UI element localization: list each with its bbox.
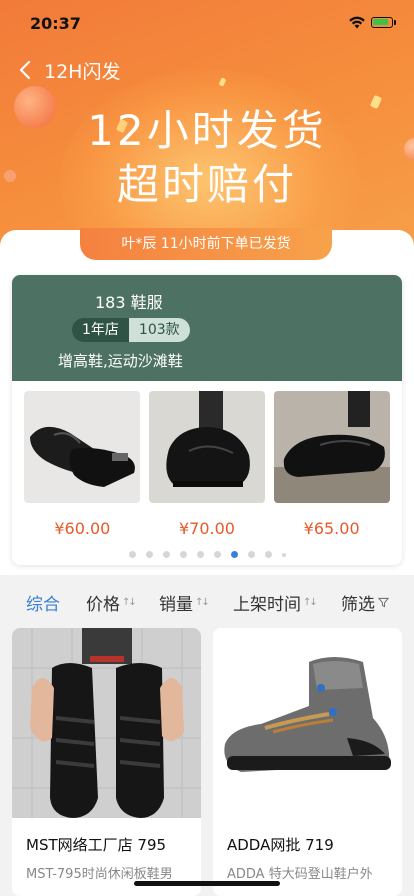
- store-product[interactable]: ¥65.00: [273, 391, 390, 538]
- filter-comprehensive[interactable]: 综合: [26, 590, 60, 615]
- store-tags: 1年店 103款: [72, 318, 190, 342]
- headline-line-1: 12小时发货: [87, 106, 327, 155]
- status-bar: 20:37: [0, 0, 414, 46]
- filter-label: 销量: [159, 594, 193, 615]
- home-indicator: [134, 881, 280, 886]
- filter-bar: 综合 价格 ↑↓ 销量 ↑↓ 上架时间 ↑↓ 筛选: [0, 580, 414, 624]
- product-image: [24, 391, 141, 503]
- carousel-indicator: [12, 551, 402, 558]
- store-product[interactable]: ¥70.00: [148, 391, 265, 538]
- item-store-name: ADDA网批 719: [227, 836, 334, 854]
- back-chevron-icon[interactable]: [14, 58, 38, 82]
- headline-line-2: 超时赔付: [116, 160, 297, 209]
- filter-listing-time[interactable]: 上架时间 ↑↓: [233, 590, 318, 615]
- carousel-dot: [162, 551, 170, 558]
- sort-arrows-icon: ↑↓: [303, 596, 318, 608]
- carousel-dot: [213, 551, 221, 558]
- product-image: [148, 391, 265, 503]
- filter-label: 价格: [86, 594, 120, 615]
- sort-arrows-icon: ↑↓: [122, 596, 137, 608]
- store-count-badge: 103款: [128, 318, 190, 342]
- product-image: [273, 391, 390, 503]
- product-image: [12, 628, 201, 818]
- filter-label: 筛选: [341, 594, 375, 615]
- item-description: MST-795时尚休闲板鞋男: [26, 867, 173, 882]
- item-description: ADDA 特大码登山鞋户外: [227, 867, 373, 882]
- battery-icon: [371, 17, 393, 28]
- carousel-dot: [128, 551, 136, 558]
- item-store-name: MST网络工厂店 795: [26, 836, 167, 854]
- product-card[interactable]: ADDA网批 719 ADDA 特大码登山鞋户外: [213, 628, 402, 896]
- carousel-dot-active: [230, 551, 238, 558]
- carousel-dot: [281, 552, 286, 557]
- banner-headline: 12小时发货 超时赔付: [0, 104, 414, 212]
- product-price: ¥70.00: [178, 519, 235, 538]
- store-years-badge: 1年店: [72, 318, 129, 342]
- store-card[interactable]: 183 鞋服 1年店 103款 增高鞋,运动沙滩鞋 ¥60.00 ¥70.00 …: [12, 275, 402, 565]
- battery-cap: [394, 20, 396, 25]
- carousel-dot: [145, 551, 153, 558]
- carousel-dot: [179, 551, 187, 558]
- filter-sales[interactable]: 销量 ↑↓: [159, 590, 210, 615]
- filter-price[interactable]: 价格 ↑↓: [86, 590, 137, 615]
- wifi-icon: [349, 16, 365, 29]
- store-header: 183 鞋服 1年店 103款 增高鞋,运动沙滩鞋: [12, 275, 402, 381]
- carousel-dot: [264, 551, 272, 558]
- filter-screen[interactable]: 筛选: [341, 590, 389, 615]
- filter-label: 综合: [26, 594, 60, 615]
- status-time: 20:37: [30, 14, 81, 33]
- store-categories: 增高鞋,运动沙滩鞋: [58, 352, 183, 370]
- product-price: ¥60.00: [54, 519, 111, 538]
- store-products: ¥60.00 ¥70.00 ¥65.00: [12, 391, 402, 538]
- sort-arrows-icon: ↑↓: [195, 596, 210, 608]
- funnel-icon: [378, 597, 389, 607]
- product-card[interactable]: MST网络工厂店 795 MST-795时尚休闲板鞋男: [12, 628, 201, 896]
- promo-ticker: 叶*辰 11小时前下单已发货: [80, 228, 332, 260]
- filter-label: 上架时间: [233, 594, 301, 615]
- nav-bar: 12H闪发: [14, 56, 120, 84]
- carousel-dot: [196, 551, 204, 558]
- store-name: 183 鞋服: [95, 293, 163, 312]
- carousel-dot: [247, 551, 255, 558]
- product-price: ¥65.00: [303, 519, 360, 538]
- store-product[interactable]: ¥60.00: [24, 391, 141, 538]
- page-title: 12H闪发: [44, 60, 121, 83]
- product-image: [213, 628, 402, 818]
